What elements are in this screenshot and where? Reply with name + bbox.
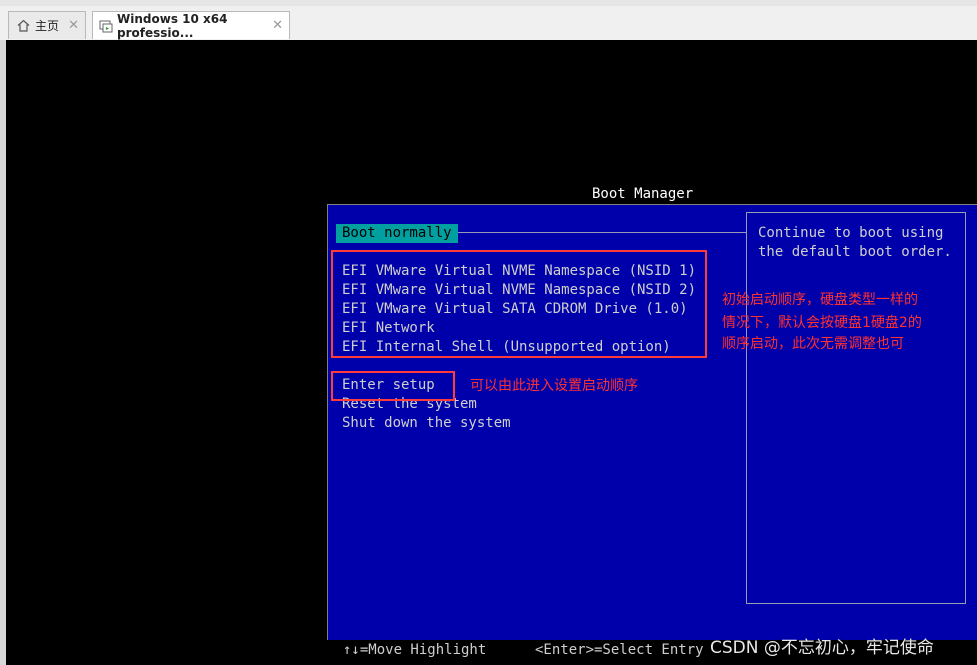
close-icon[interactable]: ✕ [68,18,79,33]
menu-item-boot-normally[interactable]: Boot normally [336,224,458,243]
close-icon[interactable]: ✕ [272,18,283,33]
vm-icon [99,18,113,34]
tab-home-label: 主页 [35,19,60,33]
entries-note-line-3: 顺序启动，此次无需调整也可 [722,336,904,352]
panel-border-left [327,204,328,640]
setup-note: 可以由此进入设置启动顺序 [470,378,638,394]
entries-highlight-box [331,250,707,358]
footer-move-hint: ↑↓=Move Highlight [343,642,487,658]
help-line-2: the default boot order. [758,244,952,260]
title-strip [0,0,977,6]
home-icon [15,18,31,34]
selection-separator [454,232,746,233]
footer-select-hint: <Enter>=Select Entry [535,642,704,658]
panel-border-top [327,204,977,205]
tab-home[interactable]: 主页 ✕ [8,11,86,39]
watermark: CSDN @不忘初心，牢记使命 [710,638,934,658]
help-panel [746,212,966,604]
setup-highlight-box [331,371,455,401]
boot-manager-title: Boot Manager [592,186,694,202]
tab-vm[interactable]: Windows 10 x64 professio... ✕ [92,11,290,40]
help-line-1: Continue to boot using [758,225,944,241]
entries-note-line-1: 初始启动顺序，硬盘类型一样的 [722,292,918,308]
tab-vm-label: Windows 10 x64 professio... [117,11,228,40]
tab-bar: 主页 ✕ Windows 10 x64 professio... ✕ [0,0,977,41]
menu-item-shutdown[interactable]: Shut down the system [342,414,511,433]
